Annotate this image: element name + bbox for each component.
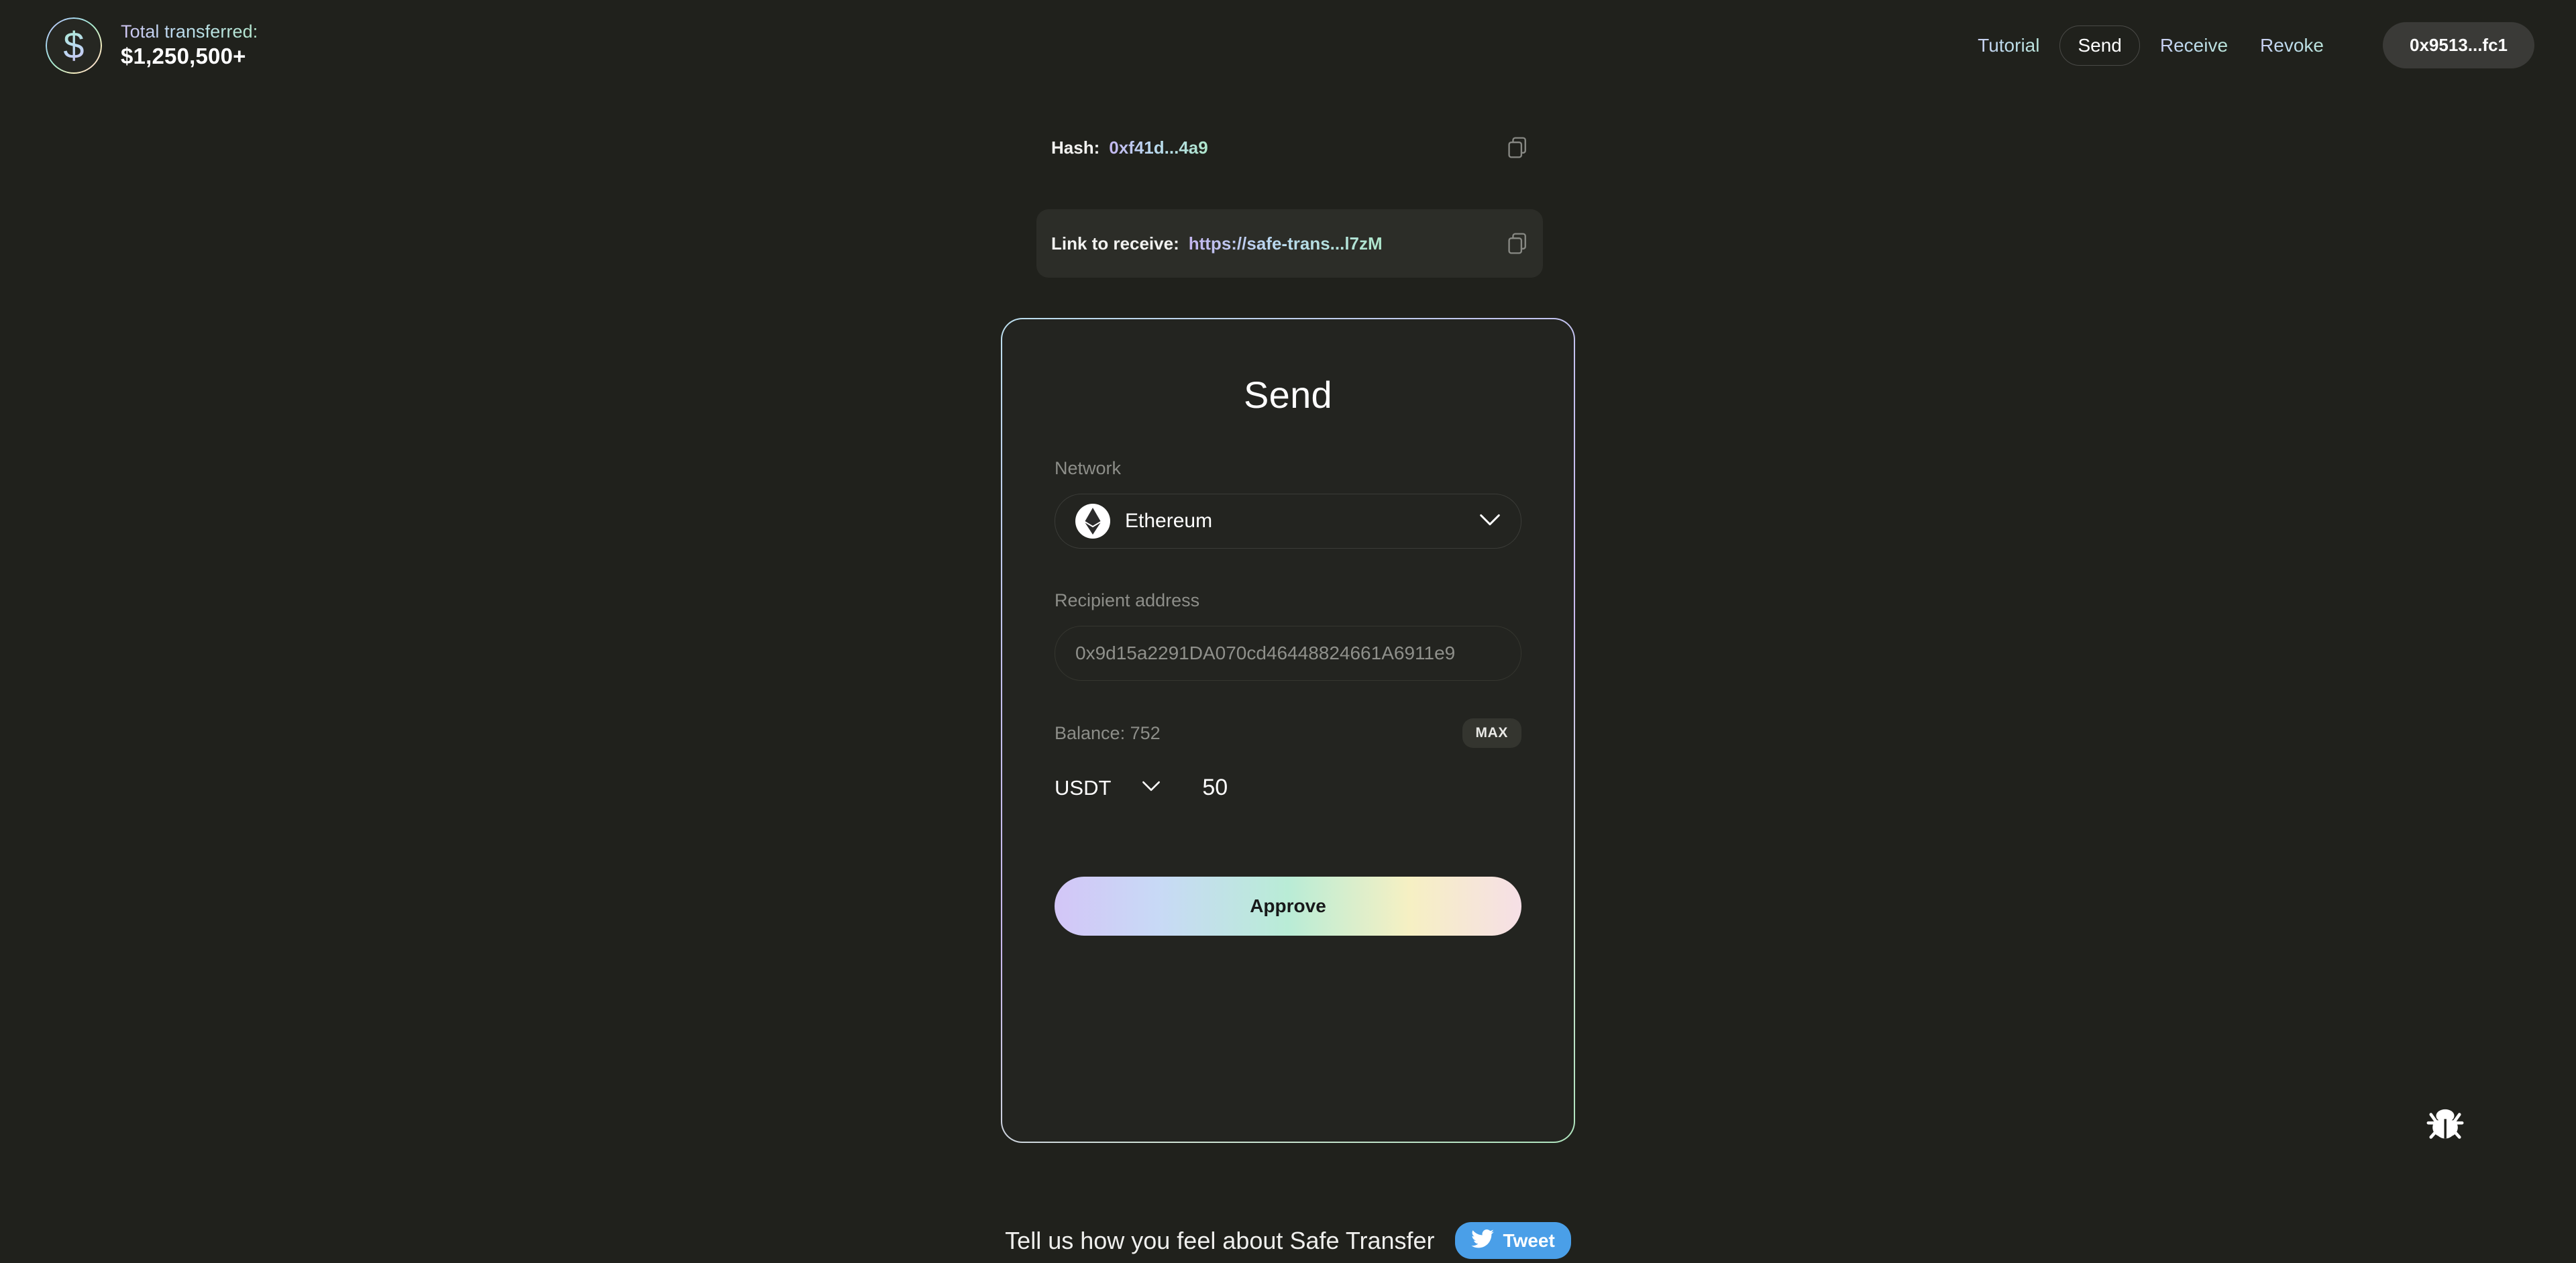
network-value: Ethereum xyxy=(1125,510,1213,532)
send-card: Send Network Ethereum Recipient address xyxy=(1001,318,1575,1143)
footer: Tell us how you feel about Safe Transfer… xyxy=(0,1222,2576,1259)
top-header: $ Total transferred: $1,250,500+ Tutoria… xyxy=(0,0,2576,91)
nav-item-tutorial[interactable]: Tutorial xyxy=(1962,35,2055,56)
dollar-glyph: $ xyxy=(63,23,85,66)
tweet-label: Tweet xyxy=(1503,1229,1555,1251)
report-bug-button[interactable] xyxy=(2412,1093,2479,1160)
recipient-address-field[interactable] xyxy=(1055,626,1521,681)
chevron-down-icon xyxy=(1142,780,1161,795)
hash-row: Hash: 0xf41d...4a9 xyxy=(1036,125,1543,170)
brand: $ Total transferred: $1,250,500+ xyxy=(46,17,258,74)
copy-icon[interactable] xyxy=(1507,232,1528,255)
total-transferred-label: Total transferred: xyxy=(121,21,258,42)
link-left: Link to receive: https://safe-trans...l7… xyxy=(1051,233,1383,254)
chevron-down-icon xyxy=(1479,513,1501,530)
token-value: USDT xyxy=(1055,775,1112,800)
wallet-address-button[interactable]: 0x9513...fc1 xyxy=(2382,22,2534,68)
token-select[interactable]: USDT xyxy=(1055,776,1161,800)
approve-button[interactable]: Approve xyxy=(1055,877,1521,936)
recipient-address-input[interactable] xyxy=(1075,643,1501,664)
hash-left: Hash: 0xf41d...4a9 xyxy=(1051,138,1208,158)
main-nav: Tutorial Send Receive Revoke 0x9513...fc… xyxy=(1962,22,2534,68)
hash-label: Hash: xyxy=(1051,137,1100,158)
amount-row: USDT xyxy=(1055,775,1521,801)
amount-input[interactable] xyxy=(1202,775,1377,801)
max-button[interactable]: MAX xyxy=(1462,718,1521,748)
twitter-bird-icon xyxy=(1470,1229,1494,1252)
network-select[interactable]: Ethereum xyxy=(1055,494,1521,549)
nav-item-revoke[interactable]: Revoke xyxy=(2244,35,2340,56)
network-label: Network xyxy=(1055,458,1122,478)
link-value[interactable]: https://safe-trans...l7zM xyxy=(1189,233,1383,254)
dollar-coin-icon: $ xyxy=(46,17,102,74)
link-label: Link to receive: xyxy=(1051,233,1179,254)
bug-icon xyxy=(2424,1106,2466,1148)
total-transferred-amount: $1,250,500+ xyxy=(121,44,246,68)
link-row: Link to receive: https://safe-trans...l7… xyxy=(1036,209,1543,278)
tweet-button[interactable]: Tweet xyxy=(1454,1222,1571,1259)
brand-text: Total transferred: $1,250,500+ xyxy=(121,21,258,69)
ethereum-icon xyxy=(1075,504,1110,539)
card-title: Send xyxy=(1244,374,1332,416)
recipient-label: Recipient address xyxy=(1055,590,1200,610)
balance-row: Balance: 752 MAX xyxy=(1055,718,1521,748)
transaction-info: Hash: 0xf41d...4a9 Link to receive: http… xyxy=(1036,125,1543,278)
app-root: $ Total transferred: $1,250,500+ Tutoria… xyxy=(0,0,2576,1263)
nav-item-receive[interactable]: Receive xyxy=(2144,35,2244,56)
balance-label: Balance: 752 xyxy=(1055,722,1161,743)
copy-icon[interactable] xyxy=(1507,136,1528,159)
nav-item-send[interactable]: Send xyxy=(2059,25,2140,66)
hash-value: 0xf41d...4a9 xyxy=(1109,137,1208,158)
send-card-inner: Send Network Ethereum Recipient address xyxy=(1002,319,1574,1142)
footer-text: Tell us how you feel about Safe Transfer xyxy=(1005,1226,1435,1254)
